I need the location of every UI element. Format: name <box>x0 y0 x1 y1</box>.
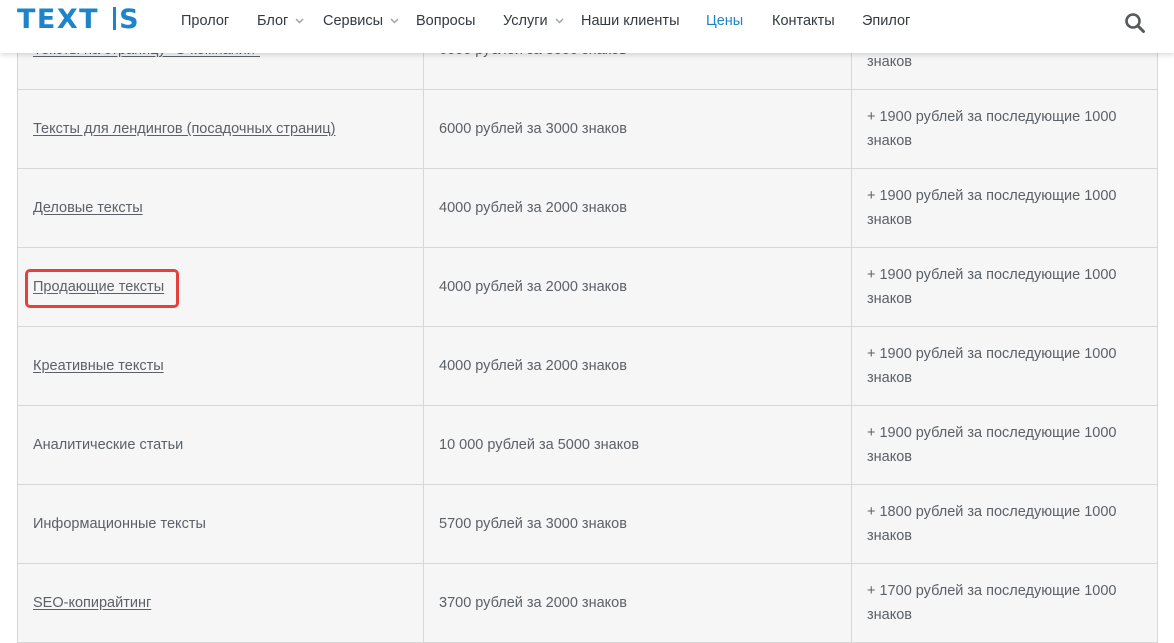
search-icon[interactable] <box>1124 12 1146 34</box>
price-cell: 4000 рублей за 2000 знаков <box>423 169 851 247</box>
service-cell: Информационные тексты <box>33 516 206 532</box>
nav-item-questions[interactable]: Вопросы <box>416 12 475 30</box>
table-row: Деловые тексты 4000 рублей за 2000 знако… <box>18 169 1157 248</box>
price-cell: 4000 рублей за 2000 знаков <box>423 327 851 405</box>
nav-label: Услуги <box>503 13 548 29</box>
extra-price-cell: + 1900 рублей за последующие 1000 знаков <box>851 169 1157 247</box>
table-row: Аналитические статьи 10 000 рублей за 50… <box>18 406 1157 485</box>
nav-label: Цены <box>706 13 744 29</box>
price-table: Тексты на страницу "О компании" 6000 руб… <box>17 11 1158 643</box>
service-link[interactable]: Продающие тексты <box>33 275 164 299</box>
service-link[interactable]: SEO-копирайтинг <box>33 591 151 615</box>
price-cell: 4000 рублей за 2000 знаков <box>423 248 851 326</box>
table-row: SEO-копирайтинг 3700 рублей за 2000 знак… <box>18 564 1157 643</box>
chevron-down-icon <box>555 18 564 24</box>
nav-item-uslugi[interactable]: Услуги <box>503 12 564 30</box>
service-cell: Аналитические статьи <box>33 437 184 453</box>
extra-price-cell: + 1900 рублей за последующие 1000 знаков <box>851 90 1157 168</box>
service-cell: Креативные тексты <box>18 327 423 405</box>
logo-text-left: TEXT <box>17 4 100 35</box>
nav-item-blog[interactable]: Блог <box>257 12 304 30</box>
nav-item-prolog[interactable]: Пролог <box>181 12 229 30</box>
chevron-down-icon <box>295 18 304 24</box>
nav-item-services[interactable]: Сервисы <box>323 12 399 30</box>
extra-price-cell: + 1900 рублей за последующие 1000 знаков <box>851 327 1157 405</box>
extra-price-cell: + 1900 рублей за последующие 1000 знаков <box>851 406 1157 484</box>
price-cell: 6000 рублей за 3000 знаков <box>423 90 851 168</box>
price-cell: 3700 рублей за 2000 знаков <box>423 564 851 642</box>
nav-label: Наши клиенты <box>581 13 680 29</box>
nav-label: Пролог <box>181 13 230 29</box>
chevron-down-icon <box>390 18 399 24</box>
service-cell: Продающие тексты <box>18 248 423 326</box>
table-row: Креативные тексты 4000 рублей за 2000 зн… <box>18 327 1157 406</box>
service-cell: Тексты для лендингов (посадочных страниц… <box>18 90 423 168</box>
site-header: TEXT S Пролог Блог Сервисы Вопросы Услуги… <box>0 0 1174 53</box>
price-cell: 10 000 рублей за 5000 знаков <box>423 406 851 484</box>
nav-item-clients[interactable]: Наши клиенты <box>581 12 680 30</box>
extra-price-cell: + 1800 рублей за последующие 1000 знаков <box>851 485 1157 563</box>
logo-bar <box>113 7 117 30</box>
nav-item-prices[interactable]: Цены <box>706 12 743 30</box>
nav-label: Сервисы <box>323 13 384 29</box>
logo-text-right: S <box>119 4 141 35</box>
nav-item-epilog[interactable]: Эпилог <box>862 12 910 30</box>
extra-price-cell: + 1700 рублей за последующие 1000 знаков <box>851 564 1157 642</box>
table-row: Продающие тексты 4000 рублей за 2000 зна… <box>18 248 1157 327</box>
extra-price-cell: + 1900 рублей за последующие 1000 знаков <box>851 248 1157 326</box>
service-link[interactable]: Тексты для лендингов (посадочных страниц… <box>33 117 335 141</box>
service-cell: SEO-копирайтинг <box>18 564 423 642</box>
logo[interactable]: TEXT S <box>17 5 140 35</box>
nav-label: Эпилог <box>862 13 911 29</box>
table-row: Информационные тексты 5700 рублей за 300… <box>18 485 1157 564</box>
service-link[interactable]: Креативные тексты <box>33 354 164 378</box>
service-link[interactable]: Деловые тексты <box>33 196 143 220</box>
nav-item-contacts[interactable]: Контакты <box>772 12 835 30</box>
table-row: Тексты для лендингов (посадочных страниц… <box>18 90 1157 169</box>
nav-label: Блог <box>257 13 289 29</box>
price-cell: 5700 рублей за 3000 знаков <box>423 485 851 563</box>
nav-label: Контакты <box>772 13 835 29</box>
nav-label: Вопросы <box>416 13 476 29</box>
service-cell: Деловые тексты <box>18 169 423 247</box>
